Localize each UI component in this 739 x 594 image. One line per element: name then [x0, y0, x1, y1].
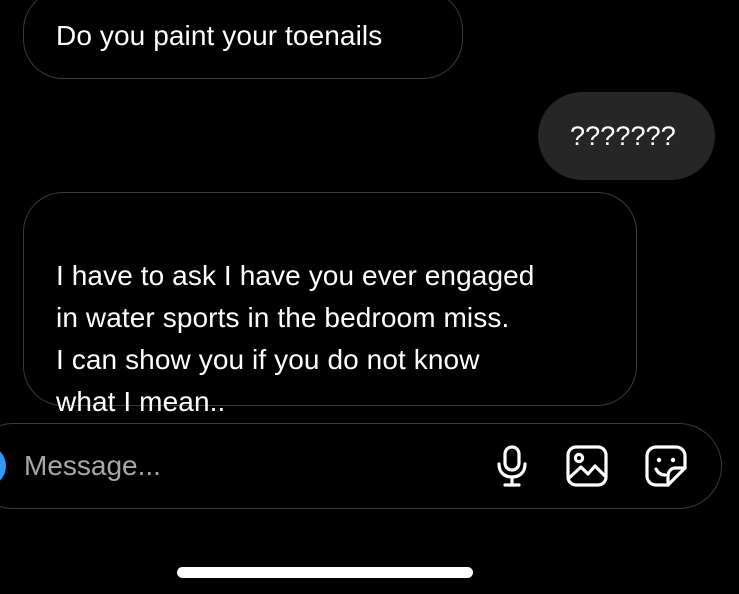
gallery-icon — [566, 445, 608, 487]
message-bubble-incoming[interactable]: Do you paint your toenails — [23, 0, 463, 79]
message-text: Do you paint your toenails — [56, 20, 383, 51]
message-text: I have to ask I have you ever engaged in… — [56, 260, 535, 417]
message-bubble-incoming[interactable]: I have to ask I have you ever engaged in… — [23, 192, 637, 417]
message-text: ??????? — [570, 121, 676, 151]
voice-message-button[interactable] — [488, 442, 536, 490]
microphone-icon — [497, 445, 527, 487]
home-indicator — [177, 567, 473, 578]
message-input[interactable] — [24, 444, 444, 488]
sticker-button[interactable] — [642, 442, 690, 490]
gallery-button[interactable] — [563, 442, 611, 490]
sticker-icon — [645, 445, 687, 487]
message-bubble-outgoing[interactable]: ??????? — [538, 92, 715, 180]
chat-screen: Do you paint your toenails ??????? I hav… — [0, 0, 739, 594]
